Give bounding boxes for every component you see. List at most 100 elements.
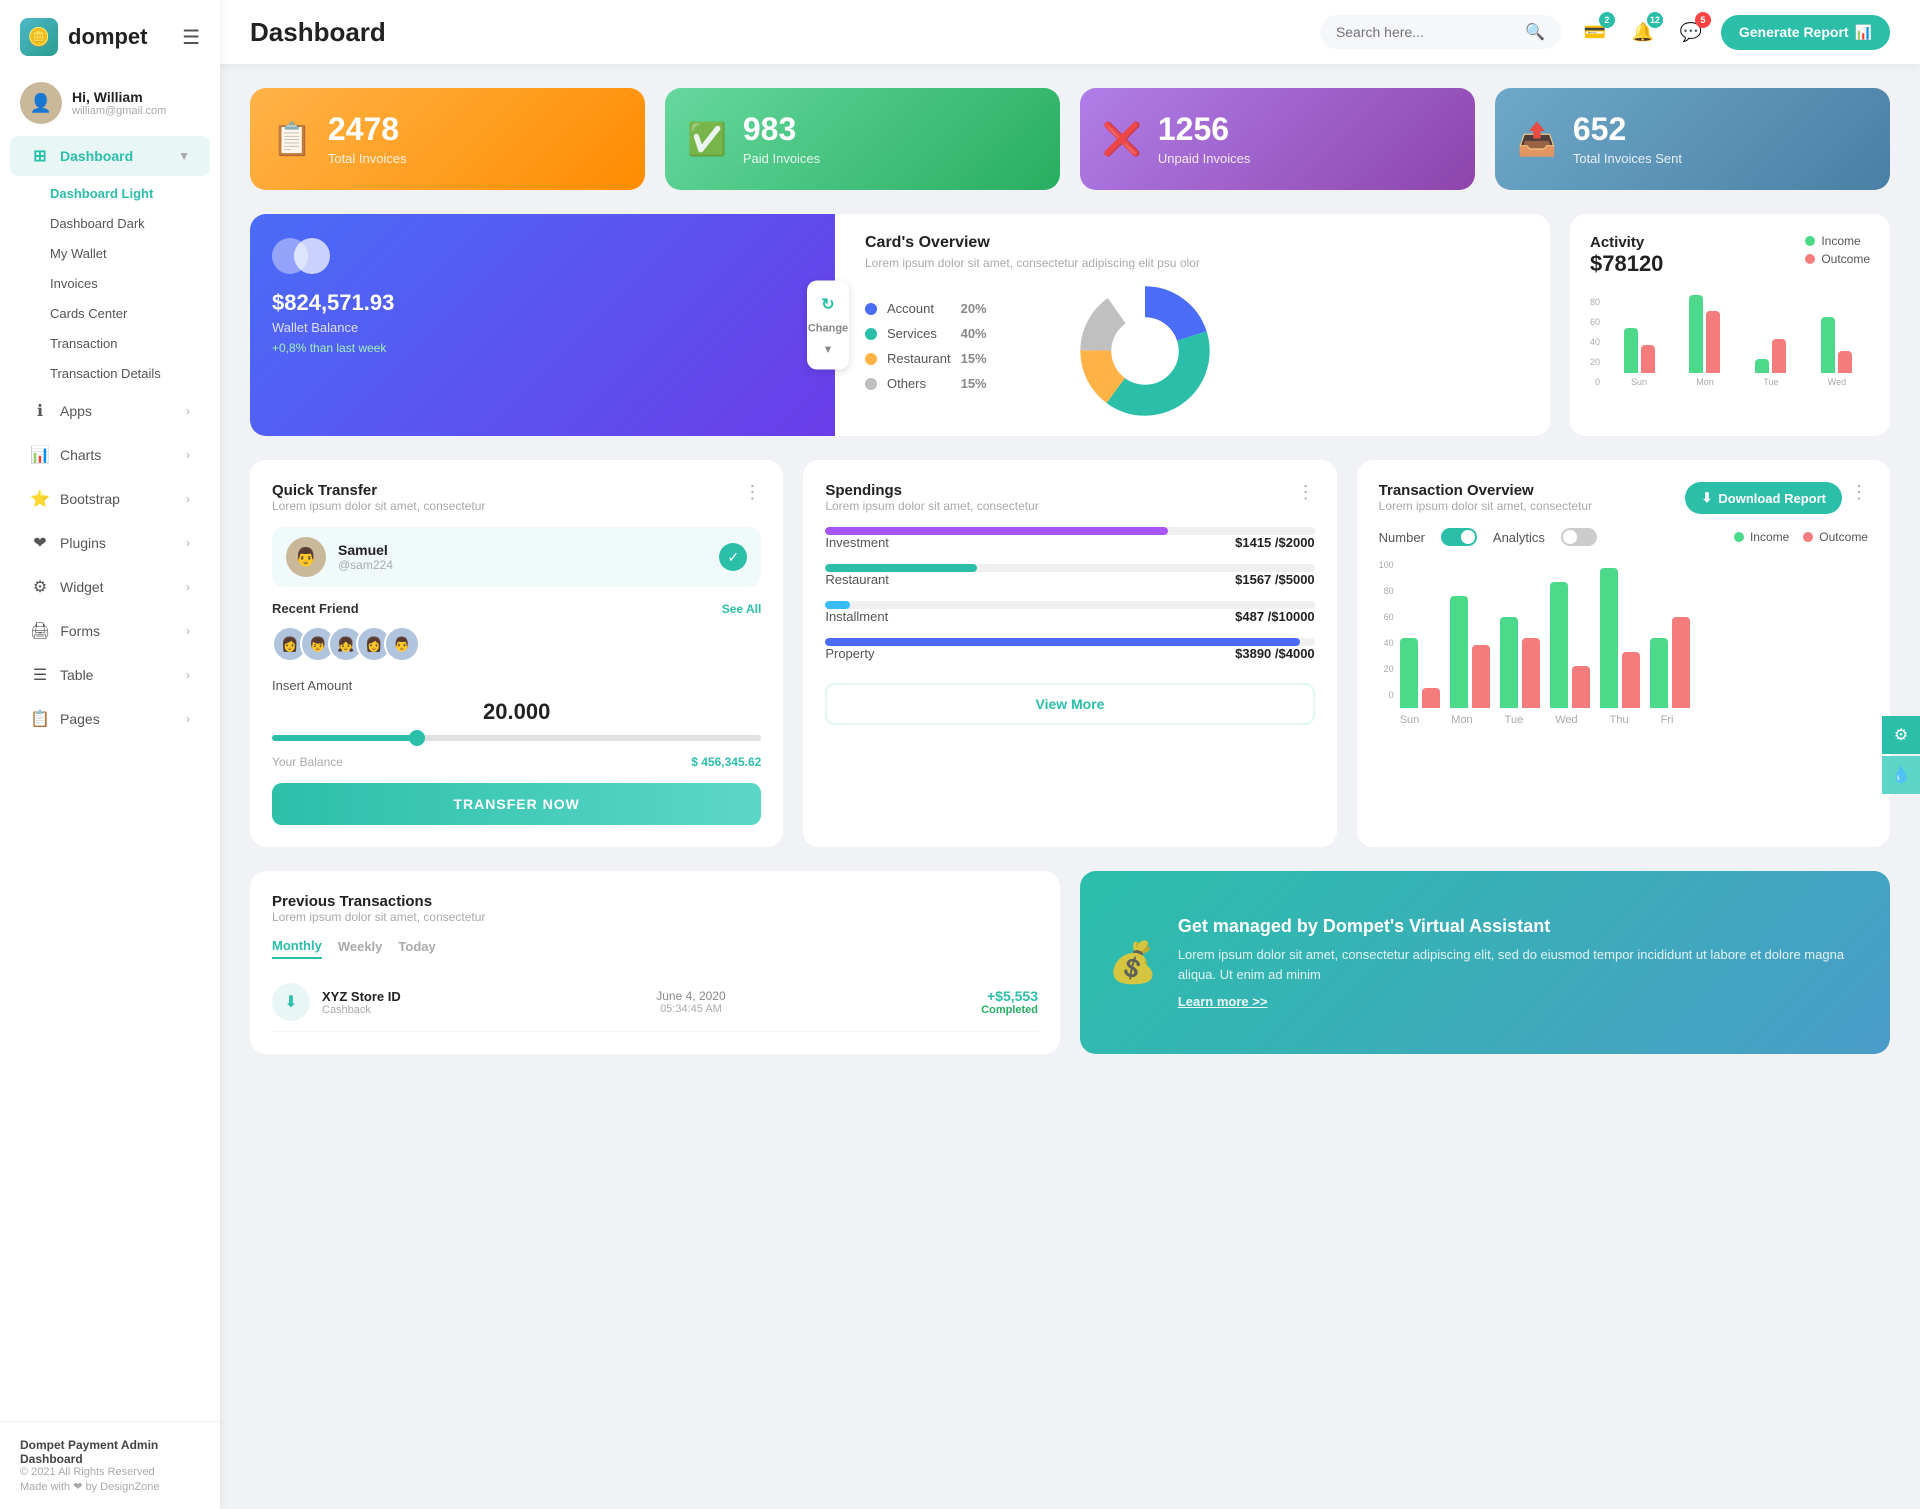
outcome-dot-txn bbox=[1803, 532, 1813, 542]
bell-icon-btn[interactable]: 🔔 12 bbox=[1625, 14, 1661, 50]
property-header: Property $3890 /$4000 bbox=[825, 646, 1314, 661]
chevron-down-icon: ▾ bbox=[825, 343, 831, 356]
txn-name: XYZ Store ID bbox=[322, 989, 401, 1004]
bar-group-wed: Wed bbox=[1821, 317, 1852, 387]
tab-monthly[interactable]: Monthly bbox=[272, 938, 322, 959]
water-float-button[interactable]: 💧 bbox=[1882, 756, 1920, 794]
income-legend-txn: Income bbox=[1734, 530, 1789, 544]
see-all-link[interactable]: See All bbox=[722, 602, 762, 616]
number-label: Number bbox=[1379, 530, 1425, 545]
card-overview-info: Card's Overview Lorem ipsum dolor sit am… bbox=[835, 214, 1550, 436]
sidebar-sub-cards-center[interactable]: Cards Center bbox=[40, 299, 220, 328]
prev-txn-title: Previous Transactions bbox=[272, 893, 485, 910]
page-title: Dashboard bbox=[250, 17, 1304, 48]
bottom-row: Quick Transfer Lorem ipsum dolor sit ame… bbox=[250, 460, 1890, 847]
slider-thumb[interactable] bbox=[409, 730, 425, 746]
installment-track bbox=[825, 601, 1314, 609]
slider-fill bbox=[272, 735, 419, 741]
txn-outcome-tue bbox=[1522, 638, 1540, 708]
dashboard-icon: ⊞ bbox=[30, 146, 50, 166]
chevron-right-icon: › bbox=[186, 536, 190, 550]
pages-icon: 📋 bbox=[30, 709, 50, 729]
chat-icon-btn[interactable]: 💬 5 bbox=[1673, 14, 1709, 50]
tab-today[interactable]: Today bbox=[398, 939, 435, 958]
va-learn-more-link[interactable]: Learn more >> bbox=[1178, 994, 1862, 1009]
stat-card-paid-invoices: ✅ 983 Paid Invoices bbox=[665, 88, 1060, 190]
sidebar-item-table[interactable]: ☰ Table › bbox=[10, 655, 210, 695]
outcome-bar-tue bbox=[1772, 339, 1786, 373]
txn-bars-sun bbox=[1400, 638, 1440, 708]
restaurant-fill bbox=[825, 564, 977, 572]
txn-amount-area: +$5,553 Completed bbox=[981, 988, 1038, 1016]
sidebar-item-plugins[interactable]: ❤ Plugins › bbox=[10, 523, 210, 563]
restaurant-name: Restaurant bbox=[825, 572, 889, 587]
sidebar-item-widget[interactable]: ⚙ Widget › bbox=[10, 567, 210, 607]
paid-invoices-num: 983 bbox=[743, 112, 820, 147]
search-input[interactable] bbox=[1336, 24, 1517, 40]
float-buttons: ⚙ 💧 bbox=[1882, 716, 1920, 794]
hamburger-icon[interactable]: ☰ bbox=[182, 25, 200, 50]
spendings-more-icon[interactable]: ⋮ bbox=[1297, 482, 1315, 503]
txn-bars-thu bbox=[1600, 568, 1640, 708]
friend-avatar-5[interactable]: 👨 bbox=[384, 626, 420, 662]
sidebar-item-bootstrap[interactable]: ⭐ Bootstrap › bbox=[10, 479, 210, 519]
logo-text: dompet bbox=[68, 24, 147, 50]
outcome-bar-sun bbox=[1641, 345, 1655, 373]
income-bar-wed bbox=[1821, 317, 1835, 373]
sidebar-item-apps[interactable]: ℹ Apps › bbox=[10, 391, 210, 431]
mid-row: $824,571.93 Wallet Balance +0,8% than la… bbox=[250, 214, 1890, 436]
sidebar-sub-transaction[interactable]: Transaction bbox=[40, 329, 220, 358]
search-icon[interactable]: 🔍 bbox=[1525, 22, 1545, 42]
sidebar-sub-my-wallet[interactable]: My Wallet bbox=[40, 239, 220, 268]
analytics-toggle[interactable] bbox=[1561, 528, 1597, 546]
wallet-icon-btn[interactable]: 💳 2 bbox=[1577, 14, 1613, 50]
txn-big-bar-chart bbox=[1400, 568, 1868, 708]
card-overview-chart bbox=[1007, 286, 1285, 416]
txn-time: 05:34:45 AM bbox=[413, 1003, 969, 1015]
generate-report-button[interactable]: Generate Report 📊 bbox=[1721, 15, 1890, 50]
footer-made: Made with ❤ by DesignZone bbox=[20, 1480, 200, 1493]
txn-legend: Income Outcome bbox=[1734, 530, 1868, 544]
bars-sun bbox=[1624, 328, 1655, 373]
more-options-icon[interactable]: ⋮ bbox=[743, 482, 761, 503]
transfer-now-button[interactable]: TRANSFER NOW bbox=[272, 783, 761, 825]
income-label-txn: Income bbox=[1750, 530, 1789, 544]
sidebar-item-dashboard[interactable]: ⊞ Dashboard ▼ bbox=[10, 136, 210, 176]
sidebar-sub-transaction-details[interactable]: Transaction Details bbox=[40, 359, 220, 388]
spending-property: Property $3890 /$4000 bbox=[825, 638, 1314, 661]
number-toggle[interactable] bbox=[1441, 528, 1477, 546]
balance-label: Your Balance bbox=[272, 755, 343, 769]
txn-row-icon: ⬇ bbox=[272, 983, 310, 1021]
sidebar-sub-dashboard-light[interactable]: Dashboard Light bbox=[40, 179, 220, 208]
chevron-right-icon: › bbox=[186, 668, 190, 682]
main-content: Dashboard 🔍 💳 2 🔔 12 💬 5 Generate Report… bbox=[220, 0, 1920, 1509]
sidebar-sub-dashboard-dark[interactable]: Dashboard Dark bbox=[40, 209, 220, 238]
txn-income-wed bbox=[1550, 582, 1568, 708]
sidebar-footer: Dompet Payment Admin Dashboard © 2021 Al… bbox=[0, 1421, 220, 1509]
settings-float-button[interactable]: ⚙ bbox=[1882, 716, 1920, 754]
sidebar-item-charts[interactable]: 📊 Charts › bbox=[10, 435, 210, 475]
txn-more-icon[interactable]: ⋮ bbox=[1850, 482, 1868, 503]
txn-date: June 4, 2020 bbox=[413, 989, 969, 1003]
search-bar: 🔍 bbox=[1320, 15, 1561, 49]
dot-account bbox=[865, 303, 877, 315]
spending-restaurant: Restaurant $1567 /$5000 bbox=[825, 564, 1314, 587]
co-item-account: Account 20% bbox=[865, 301, 987, 316]
sidebar-item-pages[interactable]: 📋 Pages › bbox=[10, 699, 210, 739]
sidebar-sub-invoices[interactable]: Invoices bbox=[40, 269, 220, 298]
download-report-button[interactable]: ⬇ Download Report bbox=[1685, 482, 1842, 514]
outcome-legend-txn: Outcome bbox=[1803, 530, 1868, 544]
txn-outcome-fri bbox=[1672, 617, 1690, 708]
txn-date-area: June 4, 2020 05:34:45 AM bbox=[413, 989, 969, 1015]
stat-card-unpaid-invoices: ❌ 1256 Unpaid Invoices bbox=[1080, 88, 1475, 190]
refresh-icon: ↻ bbox=[821, 295, 834, 315]
card-overview-desc: Lorem ipsum dolor sit amet, consectetur … bbox=[865, 256, 1526, 270]
chat-badge: 5 bbox=[1695, 12, 1711, 28]
view-more-button[interactable]: View More bbox=[825, 683, 1314, 725]
tab-weekly[interactable]: Weekly bbox=[338, 939, 383, 958]
wallet-change-button[interactable]: ↻ Change ▾ bbox=[807, 281, 849, 370]
bars-tue bbox=[1755, 339, 1786, 373]
sidebar-item-forms[interactable]: 🖨 Forms › bbox=[10, 611, 210, 651]
bar-group-tue: Tue bbox=[1755, 339, 1786, 387]
spending-investment: Investment $1415 /$2000 bbox=[825, 527, 1314, 550]
